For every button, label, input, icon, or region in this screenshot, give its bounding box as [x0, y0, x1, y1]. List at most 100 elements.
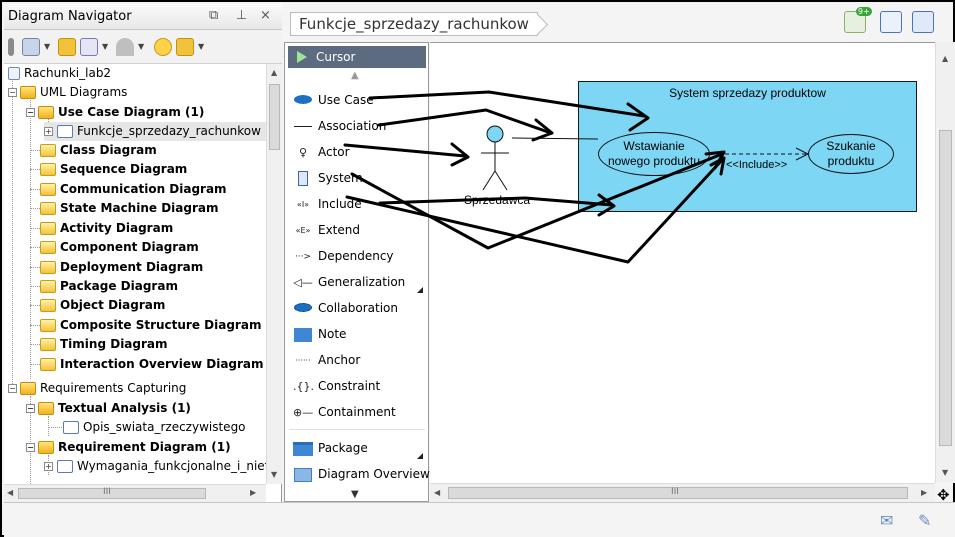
tree-line: [30, 169, 40, 170]
tree-item-class-diagram[interactable]: Class Diagram: [26, 141, 157, 160]
actor-icon: ♀: [298, 145, 308, 159]
collapse-icon[interactable]: −: [26, 404, 35, 413]
up-icon[interactable]: [116, 38, 134, 56]
scroll-right-icon[interactable]: ▶: [250, 488, 256, 497]
actor-label[interactable]: Sprzedawca: [464, 193, 530, 207]
palette-cursor-tool[interactable]: Cursor: [288, 46, 426, 68]
canvas-vertical-scrollbar[interactable]: ▲ ▼: [935, 42, 955, 483]
folder-sort-icon[interactable]: [58, 38, 76, 56]
tree-item-wymagania[interactable]: + Wymagania_funkcjonalne_i_niefu: [44, 457, 266, 476]
tree-item-uml-diagrams[interactable]: − UML Diagrams: [8, 83, 127, 102]
canvas-horizontal-scrollbar[interactable]: ◀ III ▶: [430, 483, 935, 502]
tree-view-icon[interactable]: [22, 38, 40, 56]
palette-item-use-case[interactable]: Use Case: [293, 90, 374, 110]
tree-item-requirement-diagram[interactable]: − Requirement Diagram (1): [26, 438, 231, 457]
scrollbar-thumb[interactable]: [269, 84, 280, 150]
palette-item-extend[interactable]: «E» Extend: [293, 220, 360, 240]
tree-item-requirements-capturing[interactable]: − Requirements Capturing: [8, 379, 186, 398]
scrollbar-thumb[interactable]: [939, 130, 952, 446]
tree-item-package-diagram[interactable]: Package Diagram: [26, 277, 178, 296]
tree-item-opis-swiata[interactable]: Opis_swiata_rzeczywistego: [44, 418, 246, 437]
collapse-icon[interactable]: −: [8, 88, 17, 97]
palette-item-actor[interactable]: ♀ Actor: [293, 142, 350, 162]
navigator-toolbar: ▼ ▼ ▼ ▼: [4, 30, 282, 64]
palette-item-dependency[interactable]: ···> Dependency: [293, 246, 394, 266]
notification-icon[interactable]: 9+: [844, 7, 872, 33]
scroll-left-icon[interactable]: ◀: [7, 488, 13, 497]
mail-icon[interactable]: ✉: [880, 511, 893, 530]
diagram-canvas[interactable]: System sprzedazy produktow Wstawianie no…: [430, 42, 935, 483]
scroll-up-icon[interactable]: ▲: [942, 54, 948, 63]
pin-icon[interactable]: ⊥: [236, 8, 247, 23]
refresh-icon[interactable]: [154, 38, 172, 56]
close-icon[interactable]: ×: [260, 8, 271, 23]
tree-item-textual-analysis[interactable]: − Textual Analysis (1): [26, 399, 191, 418]
palette-item-containment[interactable]: ⊕— Containment: [293, 402, 396, 422]
tree-item-project[interactable]: Rachunki_lab2: [8, 64, 111, 83]
collapse-icon[interactable]: −: [8, 384, 17, 393]
use-case-szukanie[interactable]: Szukanie produktu: [808, 134, 894, 174]
palette-item-diagram-overview[interactable]: Diagram Overview: [293, 464, 430, 484]
scroll-down-icon[interactable]: ▼: [942, 468, 948, 477]
tree-line: [30, 364, 40, 365]
palette-expand-icon[interactable]: [417, 287, 423, 293]
expand-icon[interactable]: +: [44, 462, 53, 471]
interaction-overview-diagram-icon: [40, 358, 56, 371]
open-folder-icon[interactable]: [176, 38, 194, 56]
tree-line: [30, 247, 40, 248]
palette-item-association[interactable]: Association: [293, 116, 386, 136]
tree-item-funkcje-sprzedazy[interactable]: + Funkcje_sprzedazy_rachunkow: [44, 122, 266, 141]
palette-item-anchor[interactable]: ······ Anchor: [293, 350, 360, 370]
tree-item-communication-diagram[interactable]: Communication Diagram: [26, 180, 227, 199]
chevron-down-icon[interactable]: ▼: [198, 42, 204, 51]
restore-icon[interactable]: ⧉: [209, 8, 218, 23]
collapse-icon[interactable]: −: [26, 108, 35, 117]
scroll-down-icon[interactable]: ▼: [271, 470, 277, 479]
tree-item-object-diagram[interactable]: Object Diagram: [26, 296, 165, 315]
use-case-wstawianie[interactable]: Wstawianie nowego produktu: [598, 132, 710, 176]
tree-item-label: Timing Diagram: [60, 337, 168, 351]
tree-item-composite-structure-diagram[interactable]: Composite Structure Diagram: [26, 316, 261, 335]
scroll-left-icon[interactable]: ◀: [434, 488, 440, 497]
scroll-right-icon[interactable]: ▶: [921, 488, 927, 497]
tree-item-timing-diagram[interactable]: Timing Diagram: [26, 335, 168, 354]
chevron-down-icon[interactable]: ▼: [102, 42, 108, 51]
edit-icon[interactable]: ✎: [918, 511, 931, 530]
palette-item-package[interactable]: Package: [293, 438, 368, 458]
scroll-up-icon[interactable]: ▲: [271, 68, 277, 77]
diagram-breadcrumb[interactable]: Funkcje_sprzedazy_rachunkow: [290, 12, 538, 36]
layout-icon[interactable]: [880, 11, 902, 33]
tree-item-deployment-diagram[interactable]: Deployment Diagram: [26, 258, 203, 277]
navigator-horizontal-scrollbar[interactable]: ◀ III ▶: [4, 484, 266, 502]
palette-expand-icon[interactable]: [417, 453, 423, 459]
palette-item-generalization[interactable]: ◁— Generalization: [293, 272, 405, 292]
collapse-icon[interactable]: −: [26, 443, 35, 452]
palette-scroll-up-icon[interactable]: ▲: [351, 70, 359, 81]
tree-item-activity-diagram[interactable]: Activity Diagram: [26, 219, 173, 238]
palette-item-include[interactable]: «I» Include: [293, 194, 362, 214]
scrollbar-thumb[interactable]: III: [448, 487, 908, 499]
palette-scroll-down-icon[interactable]: ▼: [351, 489, 359, 500]
navigator-vertical-scrollbar[interactable]: ▲ ▼: [266, 64, 282, 484]
sort-icon[interactable]: [80, 38, 98, 56]
palette-item-system[interactable]: System: [293, 168, 363, 188]
palette-item-note[interactable]: Note: [293, 324, 346, 344]
system-icon: [293, 169, 313, 189]
chevron-down-icon[interactable]: ▼: [138, 42, 144, 51]
tree-line: [30, 344, 40, 345]
scrollbar-thumb[interactable]: III: [18, 487, 206, 499]
tree-item-use-case-diagram[interactable]: − Use Case Diagram (1): [26, 103, 204, 122]
palette-item-constraint[interactable]: .{}. Constraint: [293, 376, 380, 396]
tree-item-component-diagram[interactable]: Component Diagram: [26, 238, 199, 257]
tree-line: [30, 228, 40, 229]
include-icon: «I»: [296, 199, 310, 209]
tree-item-sequence-diagram[interactable]: Sequence Diagram: [26, 160, 187, 179]
tree-item-label: Funkcje_sprzedazy_rachunkow: [77, 124, 261, 138]
tree-item-state-machine-diagram[interactable]: State Machine Diagram: [26, 199, 218, 218]
diagram-properties-icon[interactable]: [912, 11, 934, 33]
chevron-down-icon[interactable]: ▼: [44, 42, 50, 51]
palette-item-collaboration[interactable]: Collaboration: [293, 298, 398, 318]
expand-icon[interactable]: +: [44, 127, 53, 136]
tree-item-interaction-overview-diagram[interactable]: Interaction Overview Diagram: [26, 355, 264, 374]
containment-icon: ⊕—: [293, 405, 314, 419]
